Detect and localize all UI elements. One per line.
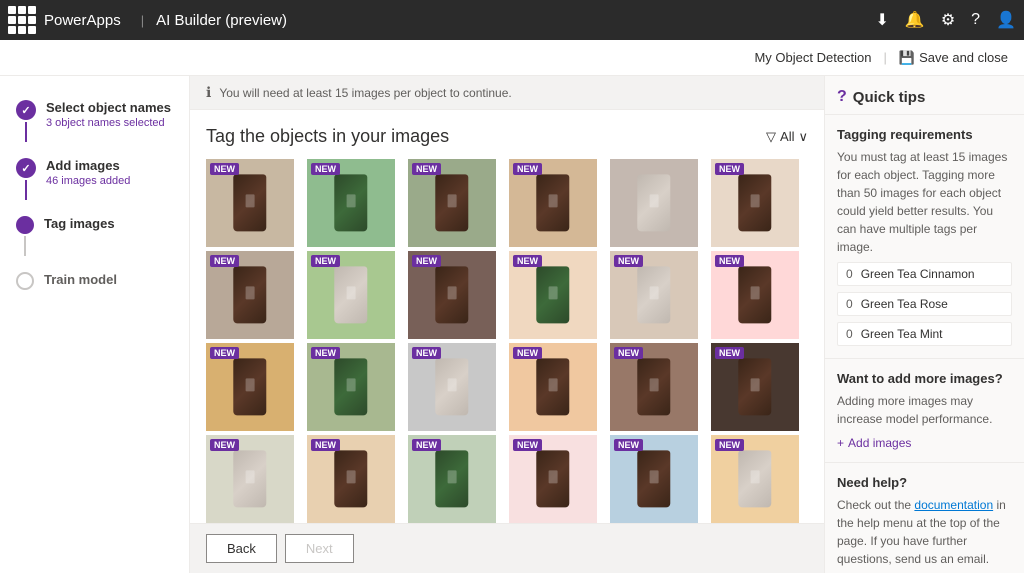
sidebar-step-add-images[interactable]: ✓ Add images 46 images added bbox=[0, 150, 189, 208]
bottom-bar: Back Next bbox=[190, 523, 824, 573]
step-2-title: Add images bbox=[46, 158, 173, 173]
image-cell[interactable]: NEW bbox=[509, 251, 597, 339]
filter-icon: ▽ bbox=[766, 129, 776, 145]
topbar: PowerApps | AI Builder (preview) ⬇ 🔔 ⚙ ?… bbox=[0, 0, 1024, 40]
image-cell[interactable]: NEW bbox=[711, 251, 799, 339]
image-cell[interactable]: NEW bbox=[711, 343, 799, 431]
tagging-text: You must tag at least 15 images for each… bbox=[837, 148, 1012, 256]
add-images-title: Want to add more images? bbox=[837, 371, 1012, 386]
image-cell[interactable]: NEW bbox=[206, 435, 294, 523]
step-circle-2: ✓ bbox=[16, 158, 36, 178]
download-icon[interactable]: ⬇ bbox=[876, 10, 889, 30]
info-message: You will need at least 15 images per obj… bbox=[219, 86, 511, 100]
image-cell[interactable]: NEW bbox=[610, 251, 698, 339]
step-4-title: Train model bbox=[44, 272, 173, 287]
image-cell[interactable]: NEW bbox=[206, 343, 294, 431]
image-cell[interactable]: NEW bbox=[307, 251, 395, 339]
step-line-1 bbox=[25, 122, 27, 142]
image-cell[interactable]: NEW bbox=[307, 159, 395, 247]
step-1-title: Select object names bbox=[46, 100, 173, 115]
add-images-text: Adding more images may increase model pe… bbox=[837, 392, 1012, 428]
step-2-subtitle: 46 images added bbox=[46, 175, 173, 187]
add-images-section: Want to add more images? Adding more ima… bbox=[825, 359, 1024, 463]
help-section: Need help? Check out the documentation i… bbox=[825, 463, 1024, 573]
image-cell[interactable]: NEW bbox=[711, 159, 799, 247]
step-line-2 bbox=[25, 180, 27, 200]
step-circle-4 bbox=[16, 272, 34, 290]
help-icon[interactable]: ? bbox=[971, 11, 980, 29]
image-cell[interactable]: NEW bbox=[408, 251, 496, 339]
image-cell[interactable] bbox=[610, 159, 698, 247]
save-close-button[interactable]: 💾 Save and close bbox=[899, 50, 1008, 66]
image-cell[interactable]: NEW bbox=[509, 435, 597, 523]
step-3-title: Tag images bbox=[44, 216, 173, 231]
user-icon[interactable]: 👤 bbox=[996, 10, 1016, 30]
sidebar: ✓ Select object names 3 object names sel… bbox=[0, 76, 190, 573]
image-cell[interactable]: NEW bbox=[610, 435, 698, 523]
subtitlebar: My Object Detection | 💾 Save and close bbox=[0, 40, 1024, 76]
app-name: PowerApps bbox=[44, 12, 121, 29]
sidebar-step-tag-images[interactable]: Tag images bbox=[0, 208, 189, 264]
plus-icon: + bbox=[837, 436, 844, 450]
bell-icon[interactable]: 🔔 bbox=[905, 10, 925, 30]
image-cell[interactable]: NEW bbox=[610, 343, 698, 431]
image-cell[interactable]: NEW bbox=[307, 435, 395, 523]
builder-name: AI Builder (preview) bbox=[156, 12, 287, 29]
next-button[interactable]: Next bbox=[285, 534, 354, 563]
sidebar-step-train-model[interactable]: Train model bbox=[0, 264, 189, 298]
sidebar-step-select-objects[interactable]: ✓ Select object names 3 object names sel… bbox=[0, 92, 189, 150]
image-cell[interactable]: NEW bbox=[408, 159, 496, 247]
image-cell[interactable]: NEW bbox=[206, 159, 294, 247]
step-circle-1: ✓ bbox=[16, 100, 36, 120]
content-header: Tag the objects in your images ▽ All ∨ bbox=[206, 126, 808, 147]
main-layout: ✓ Select object names 3 object names sel… bbox=[0, 76, 1024, 573]
app-grid-icon[interactable] bbox=[8, 6, 36, 34]
panel-title: Quick tips bbox=[853, 89, 926, 106]
image-cell[interactable]: NEW bbox=[408, 435, 496, 523]
chevron-down-icon: ∨ bbox=[798, 129, 808, 145]
step-1-subtitle: 3 object names selected bbox=[46, 117, 173, 129]
info-bar: ℹ You will need at least 15 images per o… bbox=[190, 76, 824, 110]
page-title: Tag the objects in your images bbox=[206, 126, 449, 147]
tag-item-rose[interactable]: 0 Green Tea Rose bbox=[837, 292, 1012, 316]
content-area: ℹ You will need at least 15 images per o… bbox=[190, 76, 824, 573]
back-button[interactable]: Back bbox=[206, 534, 277, 563]
step-circle-3 bbox=[16, 216, 34, 234]
right-panel: ? Quick tips Tagging requirements You mu… bbox=[824, 76, 1024, 573]
help-text: Check out the documentation in the help … bbox=[837, 496, 1012, 568]
tagging-title: Tagging requirements bbox=[837, 127, 1012, 142]
image-cell[interactable]: NEW bbox=[206, 251, 294, 339]
documentation-link[interactable]: documentation bbox=[914, 498, 993, 512]
content-scroll: Tag the objects in your images ▽ All ∨ N… bbox=[190, 110, 824, 523]
tagging-section: Tagging requirements You must tag at lea… bbox=[825, 115, 1024, 359]
model-name: My Object Detection bbox=[754, 50, 871, 65]
add-images-link[interactable]: + Add images bbox=[837, 436, 1012, 450]
image-cell[interactable]: NEW bbox=[307, 343, 395, 431]
filter-button[interactable]: ▽ All ∨ bbox=[766, 129, 808, 145]
panel-header: ? Quick tips bbox=[825, 76, 1024, 115]
image-cell[interactable]: NEW bbox=[509, 343, 597, 431]
info-icon: ℹ bbox=[206, 84, 211, 101]
image-grid: NEWNEWNEWNEWNEWNEWNEWNEWNEWNEWNEWNEWNEWN… bbox=[206, 159, 808, 523]
save-icon: 💾 bbox=[899, 50, 915, 66]
help-title: Need help? bbox=[837, 475, 1012, 490]
step-line-3 bbox=[24, 236, 26, 256]
image-cell[interactable]: NEW bbox=[509, 159, 597, 247]
tag-item-cinnamon[interactable]: 0 Green Tea Cinnamon bbox=[837, 262, 1012, 286]
settings-icon[interactable]: ⚙ bbox=[941, 10, 955, 30]
image-cell[interactable]: NEW bbox=[711, 435, 799, 523]
tag-item-mint[interactable]: 0 Green Tea Mint bbox=[837, 322, 1012, 346]
question-icon: ? bbox=[837, 88, 847, 106]
image-cell[interactable]: NEW bbox=[408, 343, 496, 431]
